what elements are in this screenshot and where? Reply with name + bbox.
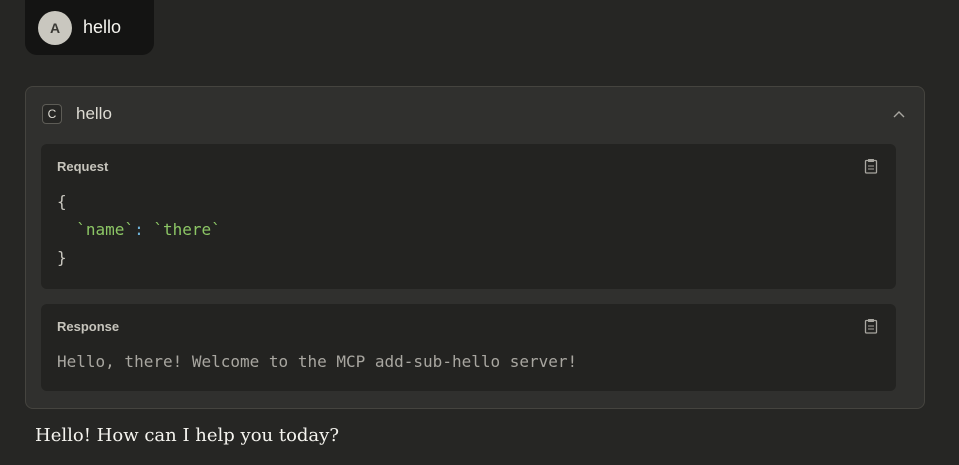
response-label: Response <box>57 319 120 334</box>
tool-letter-icon: C <box>42 104 62 124</box>
request-code: { `name`: `there` } <box>57 188 221 272</box>
assistant-message-text: Hello! How can I help you today? <box>35 425 339 446</box>
user-message-bubble: A hello <box>25 0 154 55</box>
close-brace: } <box>57 248 67 267</box>
copy-response-button[interactable] <box>864 318 878 334</box>
request-key: `name` <box>76 220 135 239</box>
request-panel: Request { `name`: `there` } <box>41 144 896 289</box>
tool-name: hello <box>76 104 112 123</box>
collapse-button[interactable] <box>890 105 908 123</box>
user-avatar: A <box>38 10 72 45</box>
tool-call-card: C hello Request { `name`: `there` } Resp… <box>25 86 925 409</box>
clipboard-icon <box>864 319 878 334</box>
open-brace: { <box>57 192 67 211</box>
response-text: Hello, there! Welcome to the MCP add-sub… <box>57 352 578 371</box>
request-label: Request <box>57 159 109 174</box>
user-message-text: hello <box>83 17 122 37</box>
clipboard-icon <box>864 159 878 174</box>
copy-request-button[interactable] <box>864 158 878 174</box>
chevron-up-icon <box>893 111 905 118</box>
tool-call-header[interactable]: C hello <box>42 103 908 125</box>
response-panel: Response Hello, there! Welcome to the MC… <box>41 304 896 391</box>
request-value: `there` <box>153 220 221 239</box>
request-colon: : <box>134 220 144 239</box>
